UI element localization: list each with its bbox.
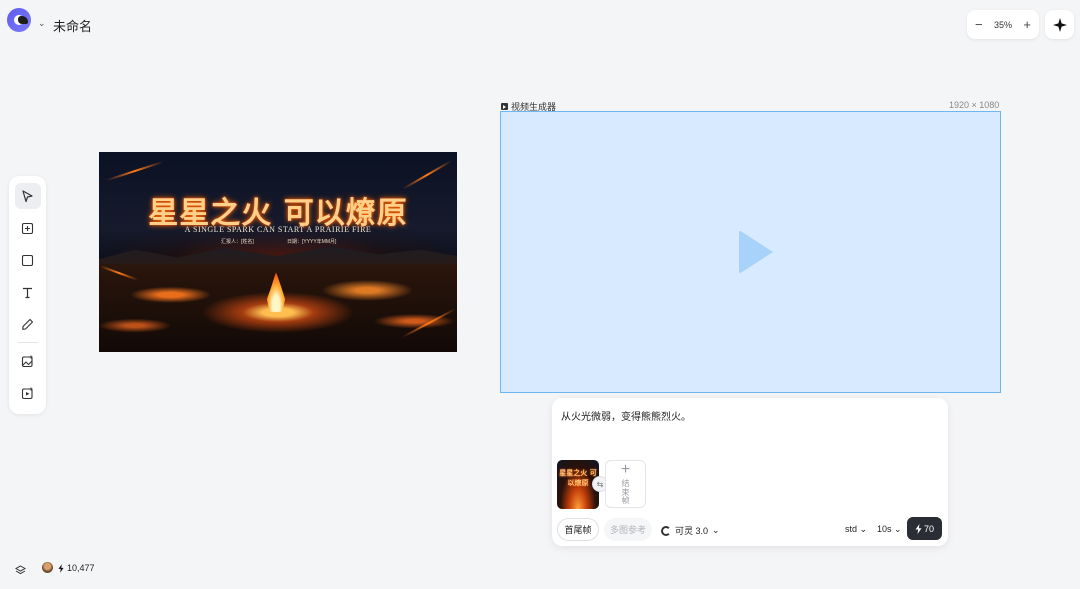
text-tool[interactable] (15, 279, 41, 305)
zoom-control: − 35% + (967, 10, 1039, 39)
select-tool[interactable] (14, 183, 41, 209)
play-icon (738, 230, 773, 274)
video-generator-frame[interactable] (500, 111, 1001, 393)
add-frame-tool[interactable] (15, 215, 41, 241)
generate-button[interactable]: 70 (907, 517, 942, 540)
sparkle-icon (1052, 17, 1067, 32)
mode-multi-reference[interactable]: 多图参考 (604, 518, 652, 541)
poster-date: 日期：[YYYY年MM月] (287, 239, 337, 245)
model-selector[interactable]: 可灵 3.0 ⌄ (661, 524, 720, 537)
poster-subtitle: A SINGLE SPARK CAN START A PRAIRIE FIRE (184, 225, 372, 234)
lightning-icon (58, 563, 64, 573)
plus-square-icon (21, 222, 34, 234)
document-title[interactable]: 未命名 (53, 16, 92, 35)
chevron-down-icon[interactable]: ⌄ (38, 18, 46, 29)
end-frame-upload[interactable]: + 结束帧 (605, 460, 646, 508)
rectangle-tool[interactable] (15, 247, 41, 273)
poster-image[interactable]: 星星之火 可以燎原 A SINGLE SPARK CAN START A PRA… (99, 152, 457, 352)
zoom-level[interactable]: 35% (994, 20, 1012, 30)
quality-value: std (845, 524, 858, 534)
video-plus-icon (21, 387, 33, 399)
plus-icon: + (620, 460, 631, 478)
duration-value: 10s (877, 524, 892, 534)
end-frame-label: 结束帧 (621, 478, 630, 506)
chevron-down-icon: ⌄ (859, 524, 868, 534)
model-logo-icon (661, 525, 671, 536)
mode-first-last-frame[interactable]: 首尾帧 (557, 518, 599, 541)
avatar[interactable] (42, 562, 53, 573)
cursor-arrow-icon (22, 189, 33, 202)
chevron-down-icon: ⌄ (712, 525, 720, 535)
model-name: 可灵 3.0 (675, 526, 709, 536)
video-generator-tool[interactable] (15, 380, 41, 406)
video-icon (501, 103, 508, 110)
credits-count: 10,477 (67, 563, 95, 573)
pen-icon (22, 318, 34, 330)
generate-cost: 70 (923, 523, 934, 534)
image-generator-tool[interactable] (15, 348, 41, 374)
square-icon (21, 254, 34, 266)
ai-assistant-button[interactable] (1045, 10, 1074, 39)
layers-icon (14, 565, 27, 575)
lightning-icon (915, 523, 922, 534)
zoom-out-button[interactable]: − (975, 18, 983, 31)
duration-selector[interactable]: 10s ⌄ (877, 524, 902, 535)
chevron-down-icon: ⌄ (894, 524, 902, 534)
generation-panel: 从火光微弱，变得熊熊烈火。 星星之火 可以燎原 ⇆ + 结束帧 首尾帧 多图参考… (552, 398, 948, 546)
pen-tool[interactable] (15, 311, 41, 337)
text-T-icon (23, 287, 32, 298)
layers-button[interactable] (14, 563, 27, 581)
image-plus-icon (21, 355, 33, 367)
quality-selector[interactable]: std ⌄ (845, 524, 867, 535)
tool-palette (9, 176, 46, 414)
toolbar-divider (17, 342, 38, 343)
prompt-input[interactable]: 从火光微弱，变得熊熊烈火。 (561, 408, 691, 423)
credits-balance: 10,477 (58, 563, 95, 573)
poster-reporter: 汇报人：[姓名] (221, 239, 254, 245)
zoom-in-button[interactable]: + (1023, 18, 1031, 31)
logo-mark (18, 16, 28, 24)
frame-dimensions: 1920 × 1080 (949, 100, 1000, 110)
